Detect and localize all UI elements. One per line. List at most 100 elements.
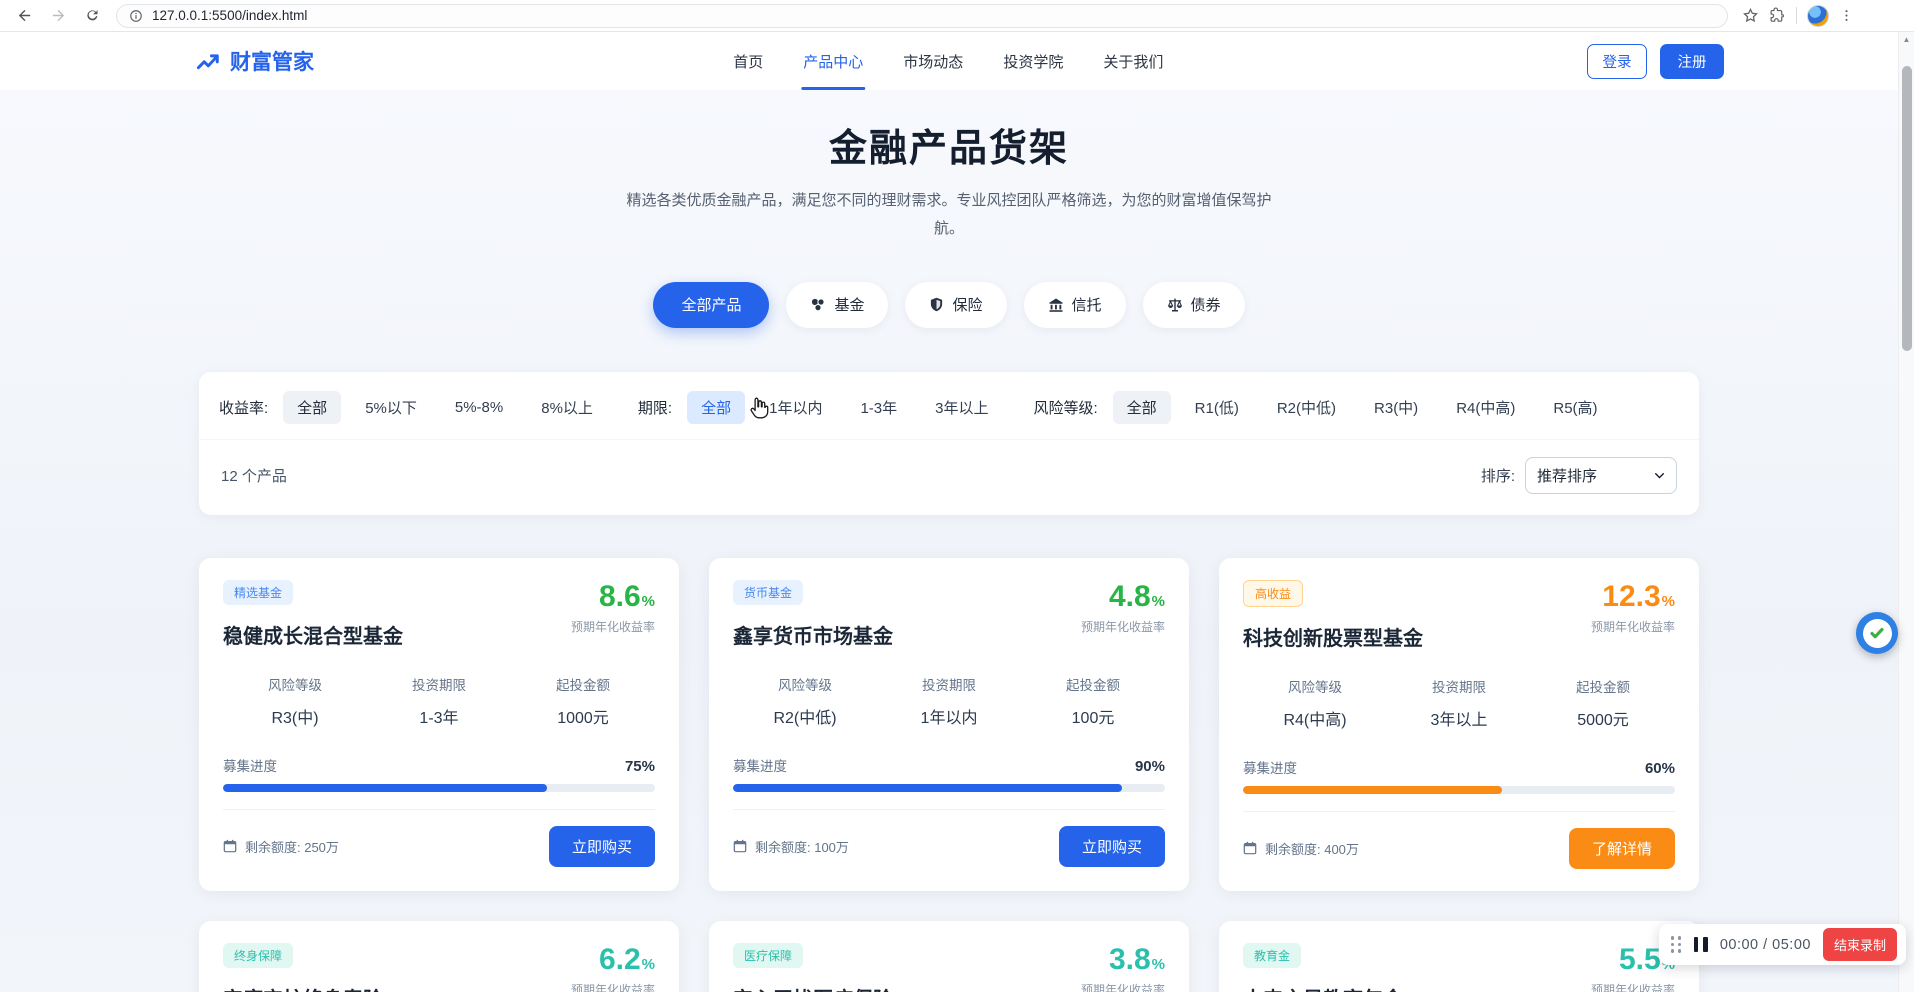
category-label: 基金 <box>834 297 865 314</box>
stat-label: 投资期限 <box>412 677 466 693</box>
details-button[interactable]: 了解详情 <box>1568 827 1675 869</box>
product-stats: 风险等级 R3(中) 投资期限 1-3年 起投金额 1000元 <box>223 674 655 728</box>
stat-label: 起投金额 <box>556 677 610 693</box>
filter-option[interactable]: R2(中低) <box>1263 391 1350 424</box>
stat-label: 风险等级 <box>1288 679 1342 695</box>
progress-percent: 60% <box>1644 759 1675 777</box>
filter-option[interactable]: 5%-8% <box>441 393 517 422</box>
remaining-text: 剩余额度: 100万 <box>755 839 849 855</box>
filter-panel: 收益率: 全部 5%以下 5%-8% 8%以上 期限: 全部 1年以内 1-3年… <box>199 371 1699 515</box>
nav-market[interactable]: 市场动态 <box>901 33 965 90</box>
scroll-up-icon[interactable]: ▲ <box>1899 32 1914 47</box>
site-info-icon[interactable] <box>129 9 143 23</box>
filter-group-risk: 风险等级: 全部 R1(低) R2(中低) R3(中) R4(中高) R5(高) <box>1033 390 1616 424</box>
progress-label: 募集进度 <box>733 758 787 774</box>
page-title: 金融产品货架 <box>828 128 1069 170</box>
buy-now-button[interactable]: 立即购买 <box>548 825 655 867</box>
filter-option[interactable]: 1-3年 <box>846 391 911 424</box>
nav-about[interactable]: 关于我们 <box>1101 33 1165 90</box>
stat-value: 5000元 <box>1577 711 1629 729</box>
extensions-icon[interactable] <box>1769 7 1786 24</box>
product-name: 鑫享货币市场基金 <box>733 625 893 648</box>
drag-handle-icon[interactable] <box>1670 936 1682 953</box>
site-header: 财富管家 首页 产品中心 市场动态 投资学院 关于我们 登录 注册 <box>0 32 1914 90</box>
product-rate: 12.3 <box>1602 579 1661 613</box>
address-bar[interactable]: 127.0.0.1:5500/index.html <box>116 3 1728 28</box>
stat-label: 起投金额 <box>1066 677 1120 693</box>
buy-now-button[interactable]: 立即购买 <box>1058 825 1165 867</box>
filter-option[interactable]: 全部 <box>283 390 342 424</box>
progress-label: 募集进度 <box>1243 760 1297 776</box>
login-button[interactable]: 登录 <box>1587 43 1647 79</box>
product-grid: 精选基金 稳健成长混合型基金 8.6% 预期年化收益率 风险等级 R3(中) 投资… <box>199 557 1699 992</box>
filter-option[interactable]: R5(高) <box>1539 391 1611 424</box>
results-row: 12 个产品 排序: 推荐排序 <box>199 438 1699 515</box>
page-scrollbar[interactable]: ▲ <box>1898 32 1914 992</box>
progress-percent: 75% <box>624 757 655 775</box>
category-all[interactable]: 全部产品 <box>653 281 770 328</box>
stat-label: 风险等级 <box>778 677 832 693</box>
shield-icon <box>931 297 943 312</box>
filter-option[interactable]: R4(中高) <box>1442 391 1529 424</box>
filter-label: 期限: <box>637 399 673 417</box>
filter-option[interactable]: 3年以上 <box>921 391 1002 424</box>
remaining-quota: 剩余额度: 400万 <box>1243 839 1359 858</box>
stat-value: 100元 <box>1071 709 1115 727</box>
auth-buttons: 登录 注册 <box>1587 43 1724 79</box>
floating-clock-widget[interactable] <box>1856 612 1898 654</box>
category-label: 信托 <box>1071 297 1102 314</box>
nav-home[interactable]: 首页 <box>731 33 765 90</box>
stat-label: 风险等级 <box>268 677 322 693</box>
bookmark-star-icon[interactable] <box>1742 7 1759 24</box>
filter-label: 风险等级: <box>1033 399 1098 417</box>
filter-option[interactable]: 全部 <box>1112 390 1171 424</box>
product-name: 稳健成长混合型基金 <box>223 625 403 648</box>
filter-option[interactable]: 全部 <box>687 390 746 424</box>
category-insurance[interactable]: 保险 <box>905 281 1007 328</box>
product-badge: 教育金 <box>1243 942 1302 968</box>
menu-dots-icon[interactable] <box>1839 8 1854 23</box>
recording-time: 00:00 / 05:00 <box>1719 936 1811 953</box>
percent-sign: % <box>641 955 655 973</box>
product-card: 医疗保障 安心无忧医疗保险 3.8% 预期年化收益率 风险等级R1(低) 保障期… <box>709 920 1189 992</box>
progress-bar <box>223 783 655 792</box>
rate-caption: 预期年化收益率 <box>1080 982 1165 992</box>
product-rate: 5.5 <box>1618 942 1661 976</box>
stat-label: 投资期限 <box>1432 679 1486 695</box>
category-tabs: 全部产品 基金 保险 信托 债券 <box>0 281 1898 328</box>
category-funds[interactable]: 基金 <box>786 281 889 328</box>
back-icon[interactable] <box>10 3 38 29</box>
filter-option[interactable]: R3(中) <box>1360 391 1432 424</box>
hero-section: 金融产品货架 精选各类优质金融产品，满足您不同的理财需求。专业风控团队严格筛选，… <box>0 90 1898 243</box>
progress-percent: 90% <box>1134 757 1165 775</box>
browser-chrome: 127.0.0.1:5500/index.html <box>0 0 1914 32</box>
filter-option[interactable]: 8%以上 <box>527 391 607 424</box>
category-bonds[interactable]: 债券 <box>1142 281 1245 328</box>
stat-label: 起投金额 <box>1576 679 1630 695</box>
main-content: 金融产品货架 精选各类优质金融产品，满足您不同的理财需求。专业风控团队严格筛选，… <box>0 90 1898 992</box>
filter-option[interactable]: R1(低) <box>1181 391 1253 424</box>
remaining-text: 剩余额度: 250万 <box>245 839 339 855</box>
sort-label: 排序: <box>1480 467 1515 485</box>
reload-icon[interactable] <box>78 3 106 29</box>
register-button[interactable]: 注册 <box>1660 43 1724 79</box>
scrollbar-thumb[interactable] <box>1902 66 1912 351</box>
rate-caption: 预期年化收益率 <box>1590 619 1675 634</box>
chevron-down-icon <box>1655 472 1664 479</box>
filter-option[interactable]: 5%以下 <box>351 391 431 424</box>
nav-academy[interactable]: 投资学院 <box>1001 33 1065 90</box>
brand-logo[interactable]: 财富管家 <box>195 46 314 76</box>
rate-caption: 预期年化收益率 <box>1590 982 1675 992</box>
filter-option[interactable]: 1年以内 <box>755 391 836 424</box>
product-stats: 风险等级 R4(中高) 投资期限 3年以上 起投金额 5000元 <box>1243 676 1675 730</box>
stat-value: 1-3年 <box>419 709 459 727</box>
pause-icon[interactable] <box>1693 937 1708 952</box>
sort-select[interactable]: 推荐排序 <box>1525 456 1677 494</box>
forward-icon[interactable] <box>44 3 72 29</box>
category-trust[interactable]: 信托 <box>1023 281 1126 328</box>
product-name: 安心无忧医疗保险 <box>733 983 893 992</box>
profile-avatar[interactable] <box>1807 4 1829 27</box>
nav-products[interactable]: 产品中心 <box>801 33 866 90</box>
percent-sign: % <box>1151 592 1165 610</box>
stop-recording-button[interactable]: 结束录制 <box>1822 928 1897 961</box>
